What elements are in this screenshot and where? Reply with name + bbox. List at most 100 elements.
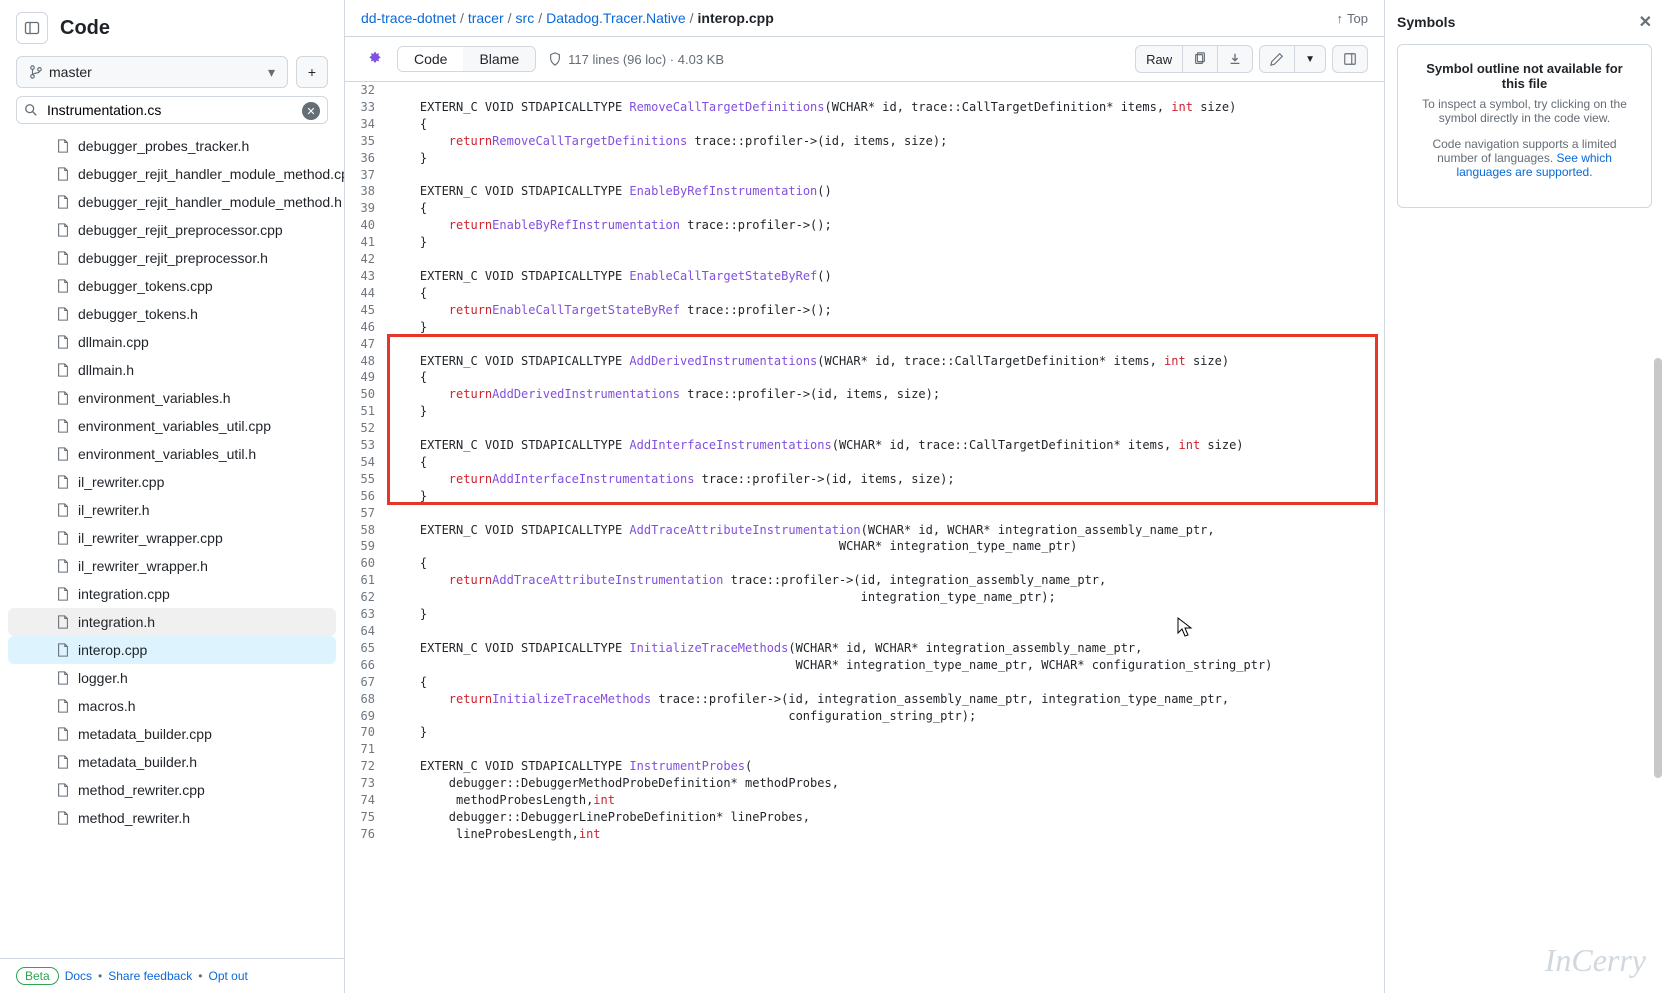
sidebar-scrollbar[interactable] <box>1654 118 1664 808</box>
line-number[interactable]: 45 <box>345 302 387 319</box>
line-number[interactable]: 41 <box>345 234 387 251</box>
file-tree-item[interactable]: integration.h <box>8 608 336 636</box>
clear-search-button[interactable]: ✕ <box>302 102 320 120</box>
symbols-toggle-button[interactable] <box>1332 45 1368 73</box>
line-number[interactable]: 39 <box>345 200 387 217</box>
code-line[interactable]: 43 EXTERN_C VOID STDAPICALLTYPE EnableCa… <box>345 268 1384 285</box>
code-line[interactable]: 45 returnEnableCallTargetStateByRef trac… <box>345 302 1384 319</box>
code-line[interactable]: 65 EXTERN_C VOID STDAPICALLTYPE Initiali… <box>345 640 1384 657</box>
code-line[interactable]: 74 methodProbesLength,int <box>345 792 1384 809</box>
code-line[interactable]: 33 EXTERN_C VOID STDAPICALLTYPE RemoveCa… <box>345 99 1384 116</box>
code-line[interactable]: 60 { <box>345 555 1384 572</box>
breadcrumb-link[interactable]: src <box>516 10 535 26</box>
file-tree-item[interactable]: dllmain.cpp <box>8 328 336 356</box>
code-line[interactable]: 39 { <box>345 200 1384 217</box>
line-number[interactable]: 58 <box>345 522 387 539</box>
code-line[interactable]: 44 { <box>345 285 1384 302</box>
line-number[interactable]: 71 <box>345 741 387 758</box>
line-number[interactable]: 72 <box>345 758 387 775</box>
code-line[interactable]: 49 { <box>345 369 1384 386</box>
line-number[interactable]: 75 <box>345 809 387 826</box>
tab-blame[interactable]: Blame <box>463 47 535 71</box>
code-area[interactable]: 3233 EXTERN_C VOID STDAPICALLTYPE Remove… <box>345 82 1384 993</box>
code-line[interactable]: 54 { <box>345 454 1384 471</box>
line-number[interactable]: 53 <box>345 437 387 454</box>
file-tree-item[interactable]: debugger_probes_tracker.h <box>8 132 336 160</box>
line-number[interactable]: 63 <box>345 606 387 623</box>
line-number[interactable]: 59 <box>345 538 387 555</box>
line-number[interactable]: 35 <box>345 133 387 150</box>
code-line[interactable]: 70 } <box>345 724 1384 741</box>
line-number[interactable]: 76 <box>345 826 387 843</box>
line-number[interactable]: 49 <box>345 369 387 386</box>
line-number[interactable]: 33 <box>345 99 387 116</box>
line-number[interactable]: 34 <box>345 116 387 133</box>
download-button[interactable] <box>1217 45 1253 73</box>
code-line[interactable]: 68 returnInitializeTraceMethods trace::p… <box>345 691 1384 708</box>
sidebar-toggle-button[interactable] <box>16 12 48 44</box>
file-tree-item[interactable]: environment_variables_util.cpp <box>8 412 336 440</box>
add-file-button[interactable]: + <box>296 56 328 88</box>
code-line[interactable]: 56 } <box>345 488 1384 505</box>
file-tree-item[interactable]: il_rewriter.cpp <box>8 468 336 496</box>
line-number[interactable]: 67 <box>345 674 387 691</box>
file-tree-item[interactable]: metadata_builder.cpp <box>8 720 336 748</box>
line-number[interactable]: 32 <box>345 82 387 99</box>
file-search-input[interactable] <box>16 96 328 124</box>
breadcrumb-link[interactable]: dd-trace-dotnet <box>361 10 456 26</box>
code-line[interactable]: 57 <box>345 505 1384 522</box>
line-number[interactable]: 52 <box>345 420 387 437</box>
docs-link[interactable]: Docs <box>65 969 92 983</box>
code-line[interactable]: 36 } <box>345 150 1384 167</box>
line-number[interactable]: 40 <box>345 217 387 234</box>
code-line[interactable]: 75 debugger::DebuggerLineProbeDefinition… <box>345 809 1384 826</box>
line-number[interactable]: 36 <box>345 150 387 167</box>
code-line[interactable]: 42 <box>345 251 1384 268</box>
file-tree-item[interactable]: debugger_rejit_preprocessor.h <box>8 244 336 272</box>
code-line[interactable]: 38 EXTERN_C VOID STDAPICALLTYPE EnableBy… <box>345 183 1384 200</box>
code-line[interactable]: 47 <box>345 336 1384 353</box>
code-line[interactable]: 64 <box>345 623 1384 640</box>
line-number[interactable]: 61 <box>345 572 387 589</box>
line-number[interactable]: 62 <box>345 589 387 606</box>
line-number[interactable]: 66 <box>345 657 387 674</box>
file-tree-item[interactable]: metadata_builder.h <box>8 748 336 776</box>
code-line[interactable]: 62 integration_type_name_ptr); <box>345 589 1384 606</box>
file-tree-item[interactable]: dllmain.h <box>8 356 336 384</box>
copy-button[interactable] <box>1182 45 1218 73</box>
line-number[interactable]: 43 <box>345 268 387 285</box>
breadcrumb-link[interactable]: tracer <box>468 10 504 26</box>
tab-code[interactable]: Code <box>398 47 463 71</box>
file-tree[interactable]: debugger_probes_tracker.h debugger_rejit_… <box>0 132 344 958</box>
code-line[interactable]: 73 debugger::DebuggerMethodProbeDefiniti… <box>345 775 1384 792</box>
line-number[interactable]: 70 <box>345 724 387 741</box>
edit-button[interactable] <box>1259 45 1295 73</box>
line-number[interactable]: 69 <box>345 708 387 725</box>
branch-select[interactable]: master ▾ <box>16 56 288 88</box>
file-tree-item[interactable]: il_rewriter.h <box>8 496 336 524</box>
file-tree-item[interactable]: il_rewriter_wrapper.cpp <box>8 524 336 552</box>
code-line[interactable]: 71 <box>345 741 1384 758</box>
line-number[interactable]: 50 <box>345 386 387 403</box>
file-tree-item[interactable]: interop.cpp <box>8 636 336 664</box>
scroll-to-top-button[interactable]: ↑ Top <box>1337 11 1368 26</box>
line-number[interactable]: 57 <box>345 505 387 522</box>
code-line[interactable]: 66 WCHAR* integration_type_name_ptr, WCH… <box>345 657 1384 674</box>
code-line[interactable]: 48 EXTERN_C VOID STDAPICALLTYPE AddDeriv… <box>345 353 1384 370</box>
code-line[interactable]: 76 lineProbesLength,int <box>345 826 1384 843</box>
line-number[interactable]: 42 <box>345 251 387 268</box>
code-line[interactable]: 63 } <box>345 606 1384 623</box>
file-tree-item[interactable]: integration.cpp <box>8 580 336 608</box>
code-line[interactable]: 52 <box>345 420 1384 437</box>
file-tree-item[interactable]: method_rewriter.h <box>8 804 336 832</box>
line-number[interactable]: 47 <box>345 336 387 353</box>
line-number[interactable]: 74 <box>345 792 387 809</box>
line-number[interactable]: 55 <box>345 471 387 488</box>
code-line[interactable]: 58 EXTERN_C VOID STDAPICALLTYPE AddTrace… <box>345 522 1384 539</box>
code-line[interactable]: 41 } <box>345 234 1384 251</box>
breadcrumb-link[interactable]: Datadog.Tracer.Native <box>546 10 686 26</box>
code-line[interactable]: 35 returnRemoveCallTargetDefinitions tra… <box>345 133 1384 150</box>
code-line[interactable]: 72 EXTERN_C VOID STDAPICALLTYPE Instrume… <box>345 758 1384 775</box>
edit-dropdown[interactable]: ▼ <box>1294 45 1326 73</box>
code-line[interactable]: 69 configuration_string_ptr); <box>345 708 1384 725</box>
